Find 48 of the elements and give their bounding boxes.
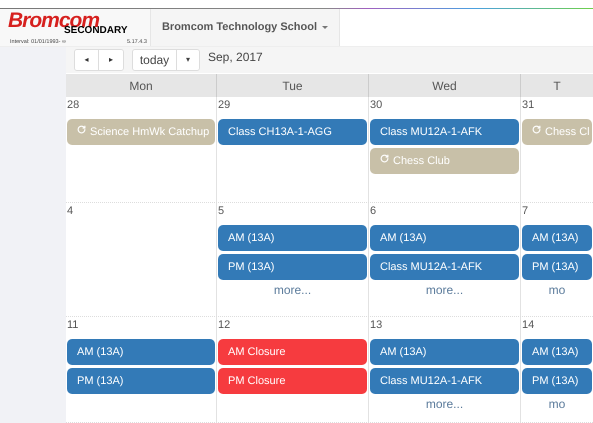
- day-number: 30: [369, 98, 384, 113]
- calendar-event[interactable]: AM (13A): [522, 339, 592, 365]
- more-link[interactable]: mo: [548, 395, 566, 413]
- more-link[interactable]: mo: [548, 281, 566, 299]
- calendar-event[interactable]: Class MU12A-1-AFK: [370, 119, 519, 145]
- calendar-event[interactable]: PM (13A): [522, 368, 592, 394]
- calendar-event[interactable]: AM (13A): [370, 225, 519, 251]
- calendar-event[interactable]: AM Closure: [218, 339, 367, 365]
- day-number: 29: [217, 98, 232, 113]
- calendar-event[interactable]: AM (13A): [370, 339, 519, 365]
- calendar-event[interactable]: PM (13A): [67, 368, 215, 394]
- product-name: SECONDARY: [64, 26, 128, 36]
- calendar-event[interactable]: PM (13A): [218, 254, 367, 280]
- month-title: Sep, 2017: [208, 49, 263, 66]
- repeat-icon: [77, 124, 86, 134]
- previous-button[interactable]: ◂: [75, 50, 99, 70]
- day-number: 6: [369, 204, 378, 219]
- next-button[interactable]: ▸: [99, 50, 123, 70]
- day-number: 31: [521, 98, 536, 113]
- calendar-event[interactable]: Class CH13A-1-AGG: [218, 119, 367, 145]
- weekday-header: Tue: [217, 74, 369, 97]
- day-number: 12: [217, 318, 232, 333]
- school-dropdown[interactable]: Bromcom Technology School: [150, 9, 340, 46]
- day-number: 7: [521, 204, 530, 219]
- calendar-event[interactable]: Class MU12A-1-AFK: [370, 254, 519, 280]
- more-link[interactable]: more...: [426, 281, 464, 299]
- calendar-event[interactable]: AM (13A): [218, 225, 367, 251]
- calendar-event[interactable]: Class MU12A-1-AFK: [370, 368, 519, 394]
- view-dropdown-button[interactable]: ▾: [177, 50, 199, 70]
- day-number: 5: [217, 204, 226, 219]
- calendar-event[interactable]: AM (13A): [67, 339, 215, 365]
- caret-icon: [322, 26, 328, 30]
- repeat-icon: [532, 124, 541, 134]
- day-number: 13: [369, 318, 384, 333]
- repeat-icon: [380, 154, 389, 162]
- calendar-event[interactable]: PM Closure: [218, 368, 367, 394]
- weekday-header: Wed: [369, 74, 521, 97]
- calendar-event[interactable]: PM (13A): [522, 254, 592, 280]
- day-number: 28: [66, 98, 80, 113]
- weekday-header: T: [552, 78, 562, 94]
- day-number: 4: [66, 204, 74, 219]
- day-number: 11: [66, 318, 80, 333]
- more-link[interactable]: more...: [426, 395, 464, 413]
- calendar-event[interactable]: AM (13A): [522, 225, 592, 251]
- day-number: 14: [521, 318, 536, 333]
- today-button[interactable]: today: [133, 50, 177, 70]
- more-link[interactable]: more...: [274, 281, 312, 299]
- weekday-header: Mon: [66, 74, 217, 97]
